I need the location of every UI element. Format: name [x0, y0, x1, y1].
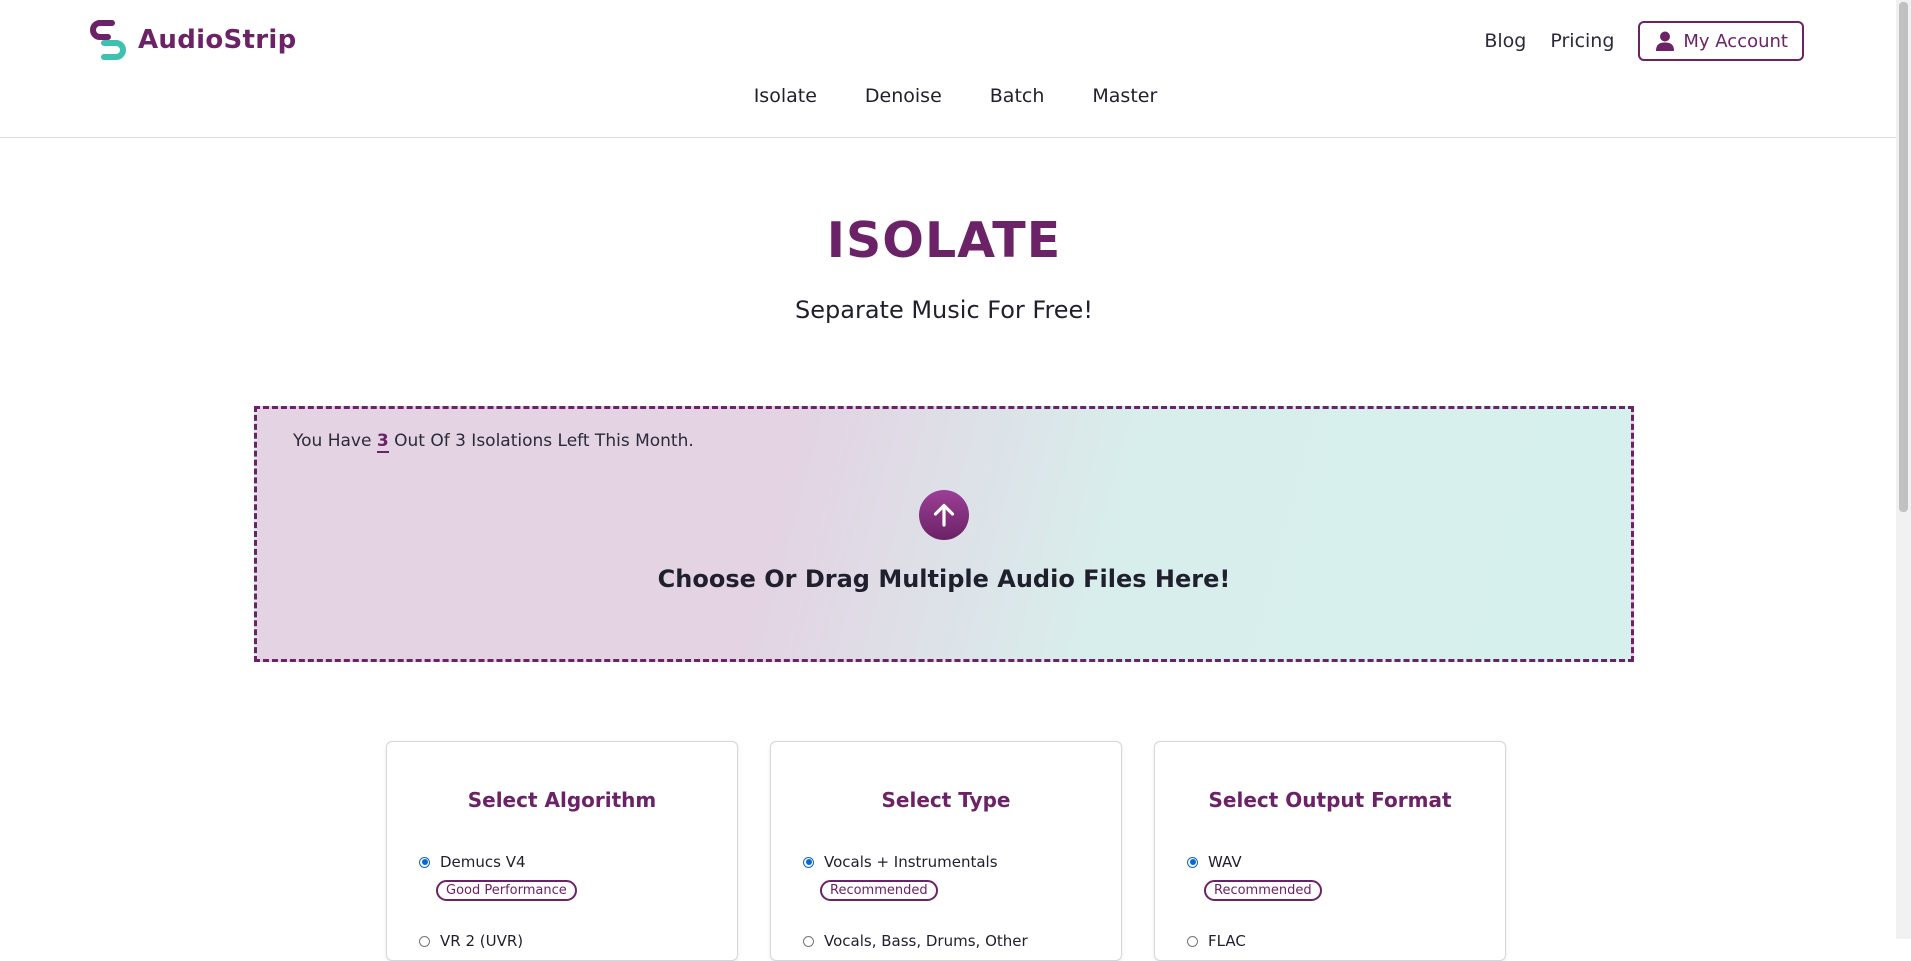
quota-suffix: Out Of 3 Isolations Left This Month.	[394, 431, 694, 451]
format-option-wav[interactable]: WAV	[1187, 853, 1242, 871]
type-card: Select Type Vocals + Instrumentals Recom…	[770, 741, 1122, 961]
radio-button[interactable]	[803, 935, 814, 947]
page-subtitle: Separate Music For Free!	[795, 296, 1093, 324]
tab-denoise[interactable]: Denoise	[865, 85, 942, 107]
option-badge: Recommended	[820, 880, 938, 901]
my-account-label: My Account	[1683, 30, 1788, 52]
site-header: AudioStrip Blog Pricing My Account Isola…	[0, 0, 1911, 138]
audiostrip-logo-icon	[90, 20, 126, 60]
nav-pricing-link[interactable]: Pricing	[1550, 19, 1614, 63]
dropzone-prompt: Choose Or Drag Multiple Audio Files Here…	[657, 565, 1231, 593]
tab-isolate[interactable]: Isolate	[754, 85, 817, 107]
option-label: Vocals, Bass, Drums, Other	[824, 932, 1028, 950]
my-account-button[interactable]: My Account	[1638, 21, 1804, 61]
tab-master[interactable]: Master	[1092, 85, 1157, 107]
option-badge: Recommended	[1204, 880, 1322, 901]
format-option-second[interactable]: FLAC	[1187, 932, 1246, 950]
radio-button[interactable]	[1187, 856, 1198, 868]
arrow-up-icon	[933, 503, 955, 527]
radio-button[interactable]	[803, 856, 814, 868]
top-nav: Blog Pricing My Account	[1484, 19, 1804, 63]
card-title: Select Output Format	[1208, 788, 1452, 812]
upload-button[interactable]	[919, 490, 969, 540]
logo-text: AudioStrip	[138, 25, 297, 55]
nav-blog-link[interactable]: Blog	[1484, 19, 1526, 63]
card-title: Select Type	[881, 788, 1011, 812]
user-icon	[1656, 31, 1675, 51]
tab-batch[interactable]: Batch	[990, 85, 1045, 107]
option-label: Demucs V4	[440, 853, 526, 871]
scrollbar-thumb[interactable]	[1899, 2, 1908, 512]
file-dropzone[interactable]: You Have 3 Out Of 3 Isolations Left This…	[254, 406, 1634, 662]
page-scrollbar[interactable]	[1896, 0, 1911, 939]
algorithm-option-demucs[interactable]: Demucs V4	[419, 853, 526, 871]
output-format-card: Select Output Format WAV Recommended FLA…	[1154, 741, 1506, 961]
quota-prefix: You Have	[293, 431, 372, 451]
radio-button[interactable]	[419, 935, 430, 947]
logo[interactable]: AudioStrip	[88, 19, 297, 61]
quota-remaining-count: 3	[376, 431, 389, 453]
option-label: FLAC	[1208, 932, 1246, 950]
radio-button[interactable]	[419, 856, 430, 868]
tool-nav: Isolate Denoise Batch Master	[0, 85, 1911, 107]
algorithm-card: Select Algorithm Demucs V4 Good Performa…	[386, 741, 738, 961]
type-option-vocals-instrumentals[interactable]: Vocals + Instrumentals	[803, 853, 998, 871]
type-option-second[interactable]: Vocals, Bass, Drums, Other	[803, 932, 1028, 950]
option-label: WAV	[1208, 853, 1242, 871]
page-title: ISOLATE	[826, 212, 1062, 269]
card-title: Select Algorithm	[467, 788, 657, 812]
option-label: Vocals + Instrumentals	[824, 853, 998, 871]
radio-button[interactable]	[1187, 935, 1198, 947]
quota-text: You Have 3 Out Of 3 Isolations Left This…	[293, 431, 694, 453]
option-label: VR 2 (UVR)	[440, 932, 524, 950]
option-badge: Good Performance	[436, 880, 577, 901]
algorithm-option-second[interactable]: VR 2 (UVR)	[419, 932, 523, 950]
